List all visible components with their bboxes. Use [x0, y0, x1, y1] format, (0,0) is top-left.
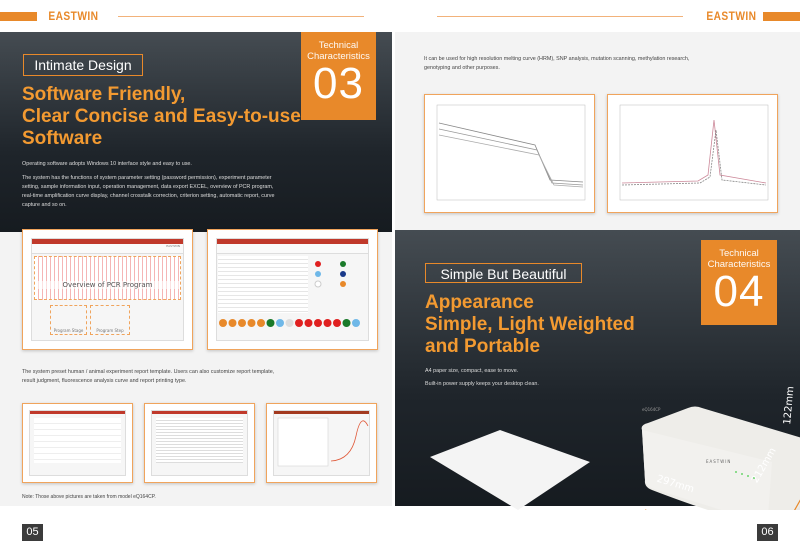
headline-line: Clear Concise and Easy-to-use: [22, 106, 301, 127]
headline: Appearance Simple, Light Weighted and Po…: [425, 292, 705, 358]
headline-line: Appearance: [425, 292, 534, 313]
paragraph: Operating software adopts Windows 10 int…: [22, 161, 192, 167]
header-rule: [118, 16, 364, 17]
paragraph: The system preset human / animal experim…: [22, 369, 275, 384]
device-illustration: [430, 406, 800, 510]
brand-logo-right: EASTWIN: [706, 9, 757, 23]
well-dot: [304, 319, 313, 327]
user-manual-image: [430, 430, 590, 510]
well-dot: [219, 319, 227, 327]
app-logo: EASTWIN: [32, 244, 183, 254]
well-dot: [352, 319, 360, 327]
screenshot-report-table: [144, 403, 255, 483]
well-dot: [276, 319, 284, 327]
page-number: 05: [22, 524, 43, 541]
well-dot: [238, 319, 246, 327]
well-dot: [228, 319, 237, 327]
program-stage-label: Program Stage: [50, 305, 87, 335]
well-dot: [285, 319, 294, 327]
well-dot: [333, 319, 341, 327]
legend-dots: [314, 261, 346, 288]
headline-line: Software Friendly,: [22, 84, 186, 105]
screenshot-pcr-overview: EASTWIN Overview of PCR Program Program …: [22, 229, 193, 350]
well-dot: [257, 319, 265, 327]
device-logo: EASTWIN: [706, 459, 732, 464]
paragraph: A4 paper size, compact, ease to move.: [425, 368, 519, 374]
melt-peak-image: [607, 94, 778, 213]
paragraph: It can be used for high resolution melti…: [424, 56, 690, 71]
well-dot: [323, 319, 332, 327]
overlay-label: Overview of PCR Program: [35, 281, 180, 289]
headline: Software Friendly, Clear Concise and Eas…: [22, 84, 302, 150]
headline-line: Simple, Light Weighted: [425, 314, 635, 335]
brand-logo-left: EASTWIN: [48, 9, 99, 23]
hrm-melt-curve-image: [424, 94, 595, 213]
well-dot: [295, 319, 303, 327]
well-dot: [247, 319, 256, 327]
program-step-label: Program Step: [90, 305, 130, 335]
header-accent-bar: [763, 12, 800, 21]
well-dot: [314, 319, 322, 327]
badge-number: 03: [313, 59, 364, 108]
header-accent-bar: [0, 12, 37, 21]
well-dot: [342, 319, 351, 327]
screenshot-results: [207, 229, 378, 350]
screenshot-report-form: [22, 403, 133, 483]
tech-badge-03: Technical Characteristics 03: [301, 32, 376, 120]
tech-badge-04: Technical Characteristics 04: [701, 240, 777, 325]
well-dot: [266, 319, 275, 327]
badge-label: Technical Characteristics: [307, 40, 370, 62]
headline-line: Software: [22, 128, 103, 149]
badge-number: 04: [713, 267, 765, 316]
paragraph: The system has the functions of system p…: [22, 175, 275, 208]
well-status-row: [219, 319, 360, 327]
section-tag: Intimate Design: [23, 54, 143, 76]
badge-label: Technical Characteristics: [707, 248, 771, 270]
paragraph: Built-in power supply keeps your desktop…: [425, 381, 539, 387]
page-number: 06: [757, 524, 778, 541]
section-tag: Simple But Beautiful: [425, 263, 582, 283]
footnote: Note: Those above pictures are taken fro…: [22, 494, 156, 500]
screenshot-report-print: [266, 403, 377, 483]
headline-line: and Portable: [425, 336, 541, 357]
header-rule: [437, 16, 683, 17]
device-model-label: eQ164CP: [642, 407, 661, 412]
